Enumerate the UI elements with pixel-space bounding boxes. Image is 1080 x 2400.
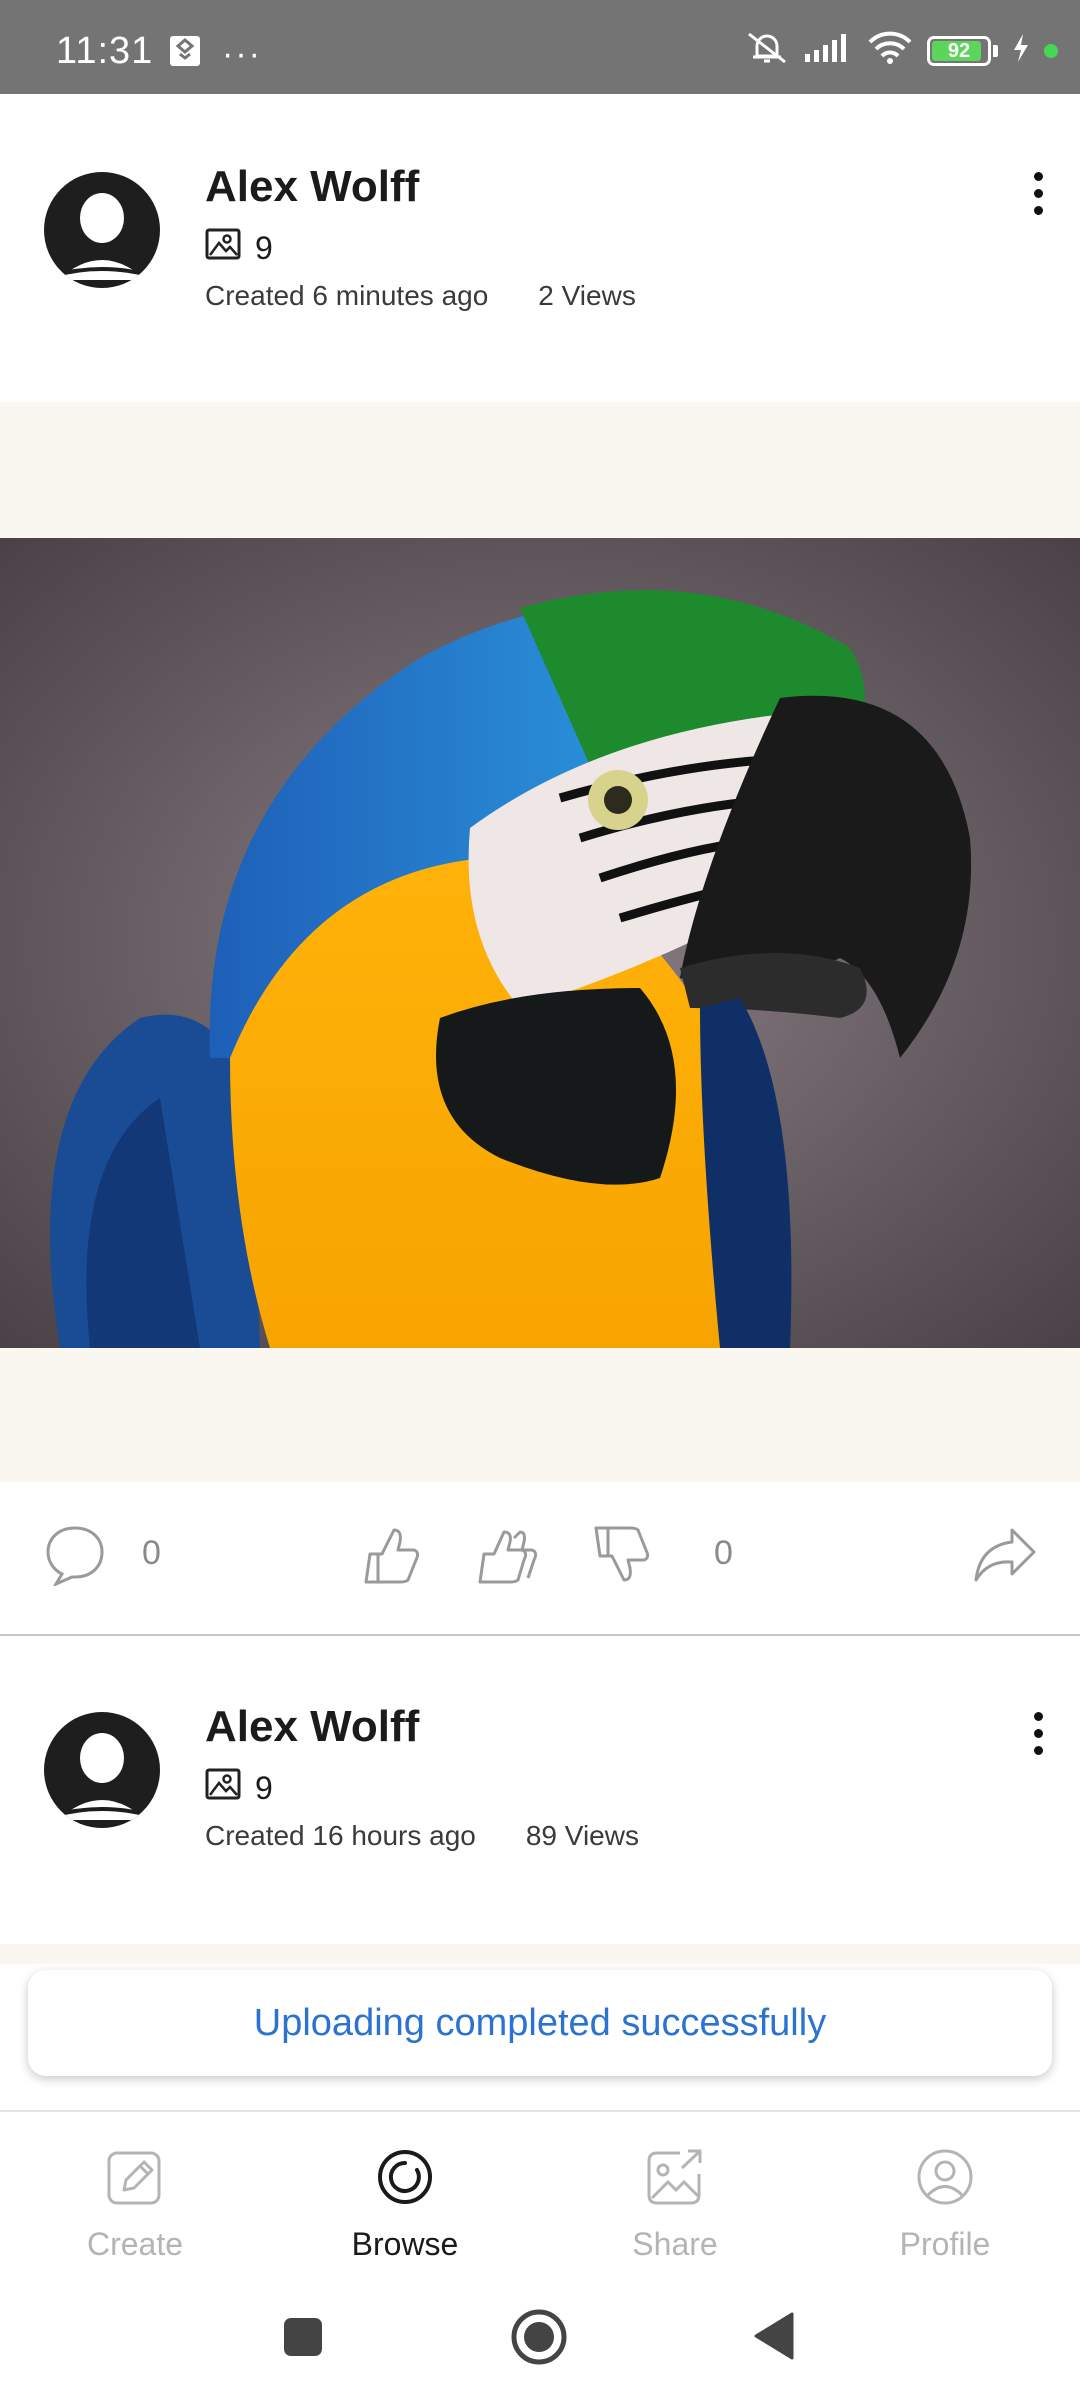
avatar[interactable]: [44, 172, 160, 288]
profile-icon: [845, 2148, 1045, 2206]
avatar[interactable]: [44, 1712, 160, 1828]
battery-level: 92: [947, 39, 971, 62]
nav-browse[interactable]: Browse: [305, 2148, 505, 2263]
privacy-indicator-dot: [1044, 43, 1058, 58]
view-count: 89 Views: [525, 1820, 639, 1851]
parrot-photo[interactable]: [0, 538, 1080, 1348]
post-header: Alex Wolff 9 Created 6 minutes ago 2 View…: [0, 120, 1080, 320]
post-media[interactable]: [0, 402, 1080, 1482]
nav-profile[interactable]: Profile: [845, 2148, 1045, 2263]
nav-label-share: Share: [632, 2226, 718, 2262]
nav-create[interactable]: Create: [35, 2148, 235, 2263]
system-navigation-bar: [0, 2280, 1080, 2400]
author-name[interactable]: Alex Wolff: [205, 1702, 419, 1752]
super-like-icon[interactable]: [476, 1524, 538, 1591]
post-actions: 0 0: [0, 1490, 1080, 1630]
post-meta: Created 6 minutes ago 2 Views: [205, 280, 636, 312]
share-arrow-icon[interactable]: [972, 1524, 1038, 1589]
nav-share[interactable]: Share: [575, 2148, 775, 2263]
reaction-count: 0: [714, 1534, 733, 1572]
nav-label-create: Create: [86, 2226, 184, 2262]
pencil-square-icon: [35, 2148, 235, 2206]
created-time: Created 6 minutes ago: [205, 280, 489, 311]
author-name[interactable]: Alex Wolff: [205, 162, 419, 212]
dislike-icon[interactable]: [590, 1524, 652, 1591]
wifi-icon: [867, 31, 913, 70]
gallery-icon: [205, 228, 241, 268]
share-image-icon: [575, 2148, 775, 2206]
image-count-value: 9: [255, 229, 273, 266]
more-options-icon[interactable]: [1030, 172, 1046, 215]
created-time: Created 16 hours ago: [205, 1820, 476, 1851]
comment-icon[interactable]: [44, 1524, 106, 1591]
upload-success-toast: Uploading completed successfully: [28, 1970, 1052, 2076]
gallery-icon: [205, 1768, 241, 1808]
like-icon[interactable]: [360, 1524, 422, 1591]
image-count: 9: [205, 1768, 273, 1808]
status-bar: 11:31 ··· 92: [0, 0, 1080, 94]
home-button[interactable]: [510, 2308, 568, 2371]
mute-icon: [745, 30, 789, 71]
image-count-value: 9: [255, 1769, 273, 1806]
post-divider: [0, 1634, 1080, 1636]
status-left-icons: ···: [168, 34, 262, 73]
more-options-icon[interactable]: [1030, 1712, 1046, 1755]
recents-button[interactable]: [282, 2316, 324, 2363]
post-meta: Created 16 hours ago 89 Views: [205, 1820, 639, 1852]
browse-circle-icon: [305, 2148, 505, 2206]
post-header: Alex Wolff 9 Created 16 hours ago 89 View…: [0, 1660, 1080, 1860]
more-notifications-icon: ···: [222, 34, 262, 73]
signal-icon: [803, 32, 853, 69]
status-time: 11:31: [56, 30, 154, 72]
battery-icon: 92: [927, 35, 998, 66]
bottom-nav: Create Browse Share Profile: [0, 2110, 1080, 2280]
nav-label-profile: Profile: [899, 2226, 991, 2262]
image-count: 9: [205, 228, 273, 268]
nav-label-browse: Browse: [351, 2226, 459, 2262]
view-count: 2 Views: [538, 280, 636, 311]
post-media-peek: [0, 1944, 1080, 1964]
charging-icon: [1012, 33, 1030, 68]
status-right-icons: 92: [745, 30, 1058, 71]
back-button[interactable]: [752, 2310, 796, 2367]
app-notification-icon: [168, 34, 202, 73]
comment-count: 0: [142, 1534, 161, 1572]
